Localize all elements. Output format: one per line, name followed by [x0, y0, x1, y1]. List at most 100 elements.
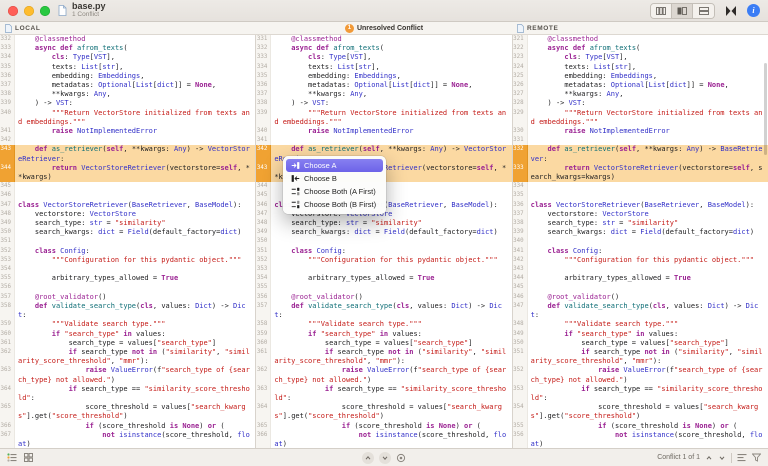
line-number: 336: [513, 201, 528, 210]
code-text: **kwargs: Any,: [271, 90, 511, 99]
line-number: 340: [0, 109, 15, 127]
code-line: 351: [0, 237, 255, 246]
pane-remote[interactable]: 321 @classmethod322 async def afrom_text…: [513, 35, 768, 448]
code-line: 353 if search_type == "similarity_score_…: [513, 385, 768, 403]
code-text: class Config:: [15, 247, 255, 256]
line-number: 354: [256, 274, 271, 283]
filter-icon[interactable]: [752, 453, 761, 462]
line-number: 354: [513, 403, 528, 421]
next-conflict-button[interactable]: [718, 454, 726, 462]
block-view-button[interactable]: [672, 4, 693, 18]
code-text: [15, 182, 255, 191]
status-center: [362, 452, 406, 464]
code-line: 328 ) -> VST:: [513, 99, 768, 108]
remote-label: REMOTE: [527, 25, 558, 32]
line-number: 341: [0, 127, 15, 136]
code-line: 338 **kwargs: Any,: [0, 90, 255, 99]
line-number: 348: [256, 219, 271, 228]
fluid-view-button[interactable]: [693, 4, 714, 18]
code-line: 347 def validate_search_type(cls, values…: [513, 302, 768, 320]
code-text: search_type: str = "similarity": [271, 219, 511, 228]
line-number: 335: [256, 72, 271, 81]
code-line: 366 if (score_threshold is None) or (: [0, 422, 255, 431]
line-number: 338: [0, 90, 15, 99]
code-text: if "search_type" in values:: [528, 330, 768, 339]
code-line: 337 vectorstore: VectorStore: [513, 210, 768, 219]
code-line: 341 raise NotImplementedError: [0, 127, 255, 136]
code-text: search_type = values["search_type"]: [15, 339, 255, 348]
code-line: 350: [256, 237, 511, 246]
code-text: """Return VectorStore initialized from t…: [528, 109, 768, 127]
line-number: 330: [513, 127, 528, 136]
line-number: 355: [256, 283, 271, 292]
pane-center[interactable]: 331 @classmethod332 async def afrom_text…: [256, 35, 512, 448]
code-line: 362 raise ValueError(f"search_type of {s…: [256, 366, 511, 384]
code-line: 355: [256, 283, 511, 292]
pane-local[interactable]: 332 @classmethod333 async def afrom_text…: [0, 35, 256, 448]
code-text: @classmethod: [271, 35, 511, 44]
menu-item-choose-both-b-first[interactable]: Choose Both (B First): [286, 198, 383, 211]
choose-a-icon: [291, 161, 300, 170]
code-line: 354 arbitrary_types_allowed = True: [256, 274, 511, 283]
code-line: 347class VectorStoreRetriever(BaseRetrie…: [0, 201, 255, 210]
code-line: 354 score_threshold = values["search_kwa…: [513, 403, 768, 421]
menu-item-choose-both-a-first[interactable]: Choose Both (A First): [286, 185, 383, 198]
line-number: 347: [513, 302, 528, 320]
line-number: 339: [0, 99, 15, 108]
code-line: 324 texts: List[str],: [513, 63, 768, 72]
code-line: 341: [256, 136, 511, 145]
code-text: if search_type not in ("similarity", "si…: [528, 348, 768, 366]
close-button[interactable]: [8, 6, 18, 16]
menu-item-choose-a[interactable]: Choose A: [286, 159, 383, 172]
layout-grid-icon[interactable]: [24, 453, 33, 462]
code-line: 346: [0, 191, 255, 200]
line-number: 348: [513, 320, 528, 329]
context-menu: Choose AChoose BChoose Both (A First)Cho…: [283, 156, 386, 214]
code-text: if (score_threshold is None) or (: [15, 422, 255, 431]
text-settings-icon[interactable]: [737, 453, 747, 462]
minimize-button[interactable]: [24, 6, 34, 16]
text-view-button[interactable]: [651, 4, 672, 18]
code-text: metadatas: Optional[List[dict]] = None,: [271, 81, 511, 90]
code-text: cls: Type[VST],: [271, 53, 511, 62]
pane-center-code: 331 @classmethod332 async def afrom_text…: [256, 35, 511, 448]
local-header: LOCAL: [0, 22, 256, 34]
code-text: if "search_type" in values:: [271, 330, 511, 339]
previous-change-button[interactable]: [362, 452, 374, 464]
next-change-button[interactable]: [379, 452, 391, 464]
line-number: 356: [0, 283, 15, 292]
code-text: cls: Type[VST],: [528, 53, 768, 62]
vertical-scrollbar[interactable]: [764, 63, 767, 155]
previous-conflict-button[interactable]: [705, 454, 713, 462]
line-number: 335: [0, 63, 15, 72]
code-text: if "search_type" in values:: [15, 330, 255, 339]
zoom-button[interactable]: [40, 6, 50, 16]
line-number: 344: [0, 164, 15, 182]
code-text: search_type: str = "similarity": [528, 219, 768, 228]
code-line: 334 cls: Type[VST],: [0, 53, 255, 62]
line-number: 340: [513, 237, 528, 246]
line-number: 321: [513, 35, 528, 44]
line-number: 366: [0, 422, 15, 431]
code-text: search_type = values["search_type"]: [271, 339, 511, 348]
code-text: raise ValueError(f"search_type of {searc…: [528, 366, 768, 384]
code-text: return VectorStoreRetriever(vectorstore=…: [528, 164, 768, 182]
code-line: 326 metadatas: Optional[List[dict]] = No…: [513, 81, 768, 90]
conflict-counter: Conflict 1 of 1: [657, 454, 700, 461]
code-text: """Configuration for this pydantic objec…: [528, 256, 768, 265]
code-line: 340 """Return VectorStore initialized fr…: [0, 109, 255, 127]
line-number: 337: [513, 210, 528, 219]
conflict-count-badge: 1: [345, 24, 354, 33]
kaleidoscope-logo-icon[interactable]: [724, 5, 738, 17]
code-text: @root_validator(): [271, 293, 511, 302]
code-text: class VectorStoreRetriever(BaseRetriever…: [528, 201, 768, 210]
file-list-icon[interactable]: [7, 453, 17, 462]
code-text: """Validate search type.""": [528, 320, 768, 329]
line-number: 347: [0, 201, 15, 210]
info-button[interactable]: i: [747, 4, 760, 17]
title-bar: base.py 1 Conflict i: [0, 0, 768, 22]
code-text: async def afrom_texts(: [271, 44, 511, 53]
current-change-icon[interactable]: [396, 453, 406, 463]
menu-item-choose-b[interactable]: Choose B: [286, 172, 383, 185]
line-number: 333: [513, 164, 528, 182]
